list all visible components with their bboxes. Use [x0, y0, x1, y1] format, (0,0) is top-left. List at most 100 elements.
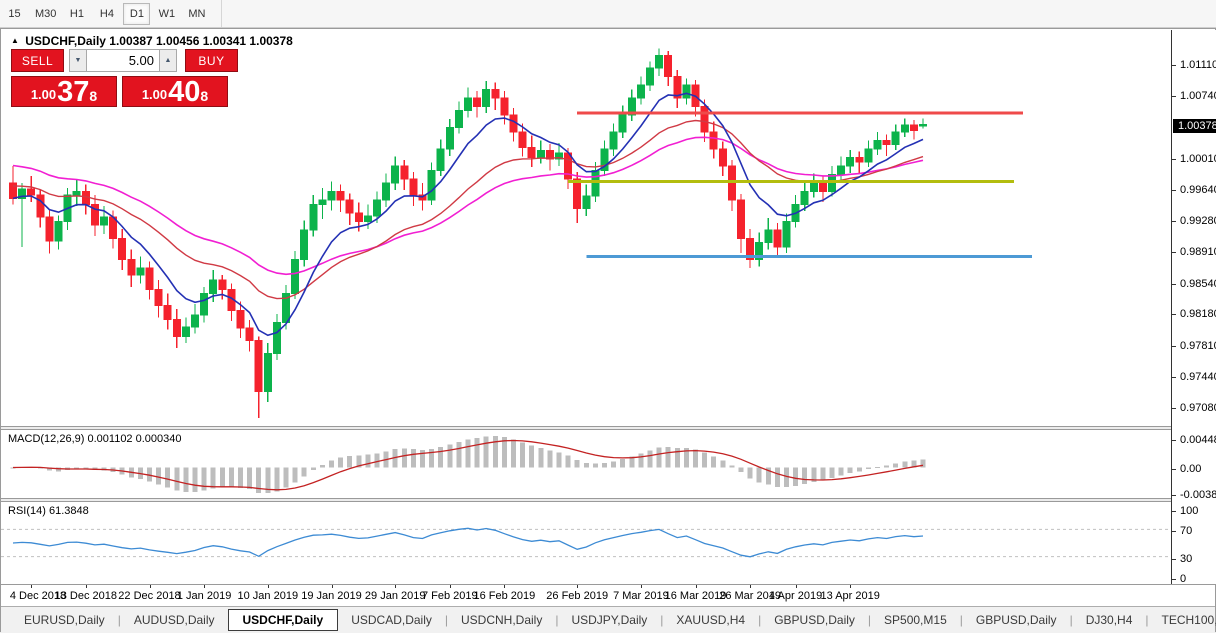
toolbar-separator: [221, 0, 222, 27]
date-axis-label: 1 Jan 2019: [169, 590, 239, 602]
axis-tick: [1172, 252, 1176, 253]
date-axis-label: 13 Apr 2019: [815, 590, 885, 602]
date-tick: [504, 585, 505, 588]
axis-tick: [1172, 314, 1176, 315]
axis-tick: [1172, 190, 1176, 191]
axis-tick: [1172, 408, 1176, 409]
date-axis: 4 Dec 201813 Dec 201822 Dec 20181 Jan 20…: [1, 584, 1215, 606]
ask-prefix: 1.00: [142, 85, 167, 105]
rsi-pane-svg[interactable]: [1, 502, 1171, 584]
collapse-one-click-icon[interactable]: ▲: [11, 36, 19, 45]
timeframe-button-mn[interactable]: MN: [183, 3, 210, 25]
axis-tick: [1172, 469, 1176, 470]
date-tick: [204, 585, 205, 588]
volume-input[interactable]: [87, 49, 159, 72]
one-click-trading-widget: SELL ▼ ▲ BUY 1.00 37 8 1.00 40 8: [11, 49, 238, 107]
price-axis: 1.011101.007401.000100.996400.992800.989…: [1171, 30, 1216, 584]
price-axis-label: 0.99280: [1180, 215, 1216, 227]
date-tick: [577, 585, 578, 588]
price-axis-label: 0.97810: [1180, 340, 1216, 352]
price-axis-label: 0.98180: [1180, 308, 1216, 320]
date-axis-label: 10 Jan 2019: [233, 590, 303, 602]
chart-tab-usdjpy-daily[interactable]: USDJPY,Daily: [558, 610, 660, 630]
date-tick: [750, 585, 751, 588]
chart-tab-sp500-m15[interactable]: SP500,M15: [871, 610, 960, 630]
date-tick: [31, 585, 32, 588]
price-axis-label: 0.97080: [1180, 402, 1216, 414]
rsi-line: [13, 528, 923, 557]
chart-symbol: USDCHF,Daily: [25, 34, 106, 48]
axis-tick: [1172, 284, 1176, 285]
rsi-label: RSI(14) 61.3848: [8, 505, 89, 517]
bid-prefix: 1.00: [31, 85, 56, 105]
chart-tab-usdcad-daily[interactable]: USDCAD,Daily: [338, 610, 445, 630]
chart-tab-gbpusd-daily[interactable]: GBPUSD,Daily: [963, 610, 1070, 630]
chart-tab-xauusd-h4[interactable]: XAUUSD,H4: [663, 610, 758, 630]
date-tick: [332, 585, 333, 588]
timeframe-button-h1[interactable]: H1: [63, 3, 90, 25]
axis-tick: [1172, 65, 1176, 66]
chart-tab-bar: EURUSD,Daily|AUDUSD,DailyUSDCHF,DailyUSD…: [1, 606, 1215, 633]
chart-tab-tech100-h1[interactable]: TECH100,H1: [1149, 610, 1216, 630]
date-axis-label: 16 Feb 2019: [469, 590, 539, 602]
axis-tick: [1172, 221, 1176, 222]
date-axis-label: 19 Jan 2019: [297, 590, 367, 602]
rsi-axis-label: 0: [1180, 573, 1186, 585]
volume-increase-button[interactable]: ▲: [159, 49, 177, 72]
price-axis-label: 1.00740: [1180, 90, 1216, 102]
chart-tab-dj30-h4[interactable]: DJ30,H4: [1073, 610, 1146, 630]
date-axis-label: 26 Feb 2019: [542, 590, 612, 602]
chart-title: ▲ USDCHF,Daily 1.00387 1.00456 1.00341 1…: [11, 34, 293, 48]
ask-pipette-digit: 8: [200, 77, 208, 115]
axis-tick: [1172, 531, 1176, 532]
timeframe-button-w1[interactable]: W1: [153, 3, 180, 25]
chart-ohlc-values: 1.00387 1.00456 1.00341 1.00378: [109, 34, 293, 48]
chart-tab-audusd-daily[interactable]: AUDUSD,Daily: [121, 610, 228, 630]
buy-button[interactable]: BUY: [185, 49, 238, 72]
bid-pipette-digit: 8: [89, 77, 97, 115]
axis-tick: [1172, 559, 1176, 560]
chart-window: ▲ USDCHF,Daily 1.00387 1.00456 1.00341 1…: [0, 28, 1216, 632]
macd-label: MACD(12,26,9) 0.001102 0.000340: [8, 433, 181, 445]
macd-axis-label: -0.003883: [1180, 489, 1216, 501]
axis-tick: [1172, 159, 1176, 160]
axis-tick: [1172, 377, 1176, 378]
sell-price-panel[interactable]: 1.00 37 8: [11, 76, 117, 107]
chart-tab-usdchf-daily[interactable]: USDCHF,Daily: [228, 609, 339, 631]
rsi-axis-label: 100: [1180, 505, 1198, 517]
date-axis-label: 13 Dec 2018: [51, 590, 121, 602]
rsi-axis-label: 30: [1180, 553, 1192, 565]
buy-price-panel[interactable]: 1.00 40 8: [122, 76, 228, 107]
timeframe-button-15[interactable]: 15: [1, 3, 28, 25]
timeframe-button-d1[interactable]: D1: [123, 3, 150, 25]
timeframe-button-h4[interactable]: H4: [93, 3, 120, 25]
price-axis-label: 1.01110: [1180, 59, 1216, 71]
chart-tab-gbpusd-daily[interactable]: GBPUSD,Daily: [761, 610, 868, 630]
macd-axis-label: 0.00: [1180, 463, 1201, 475]
axis-tick: [1172, 440, 1176, 441]
axis-tick: [1172, 346, 1176, 347]
macd-axis-label: 0.004487: [1180, 434, 1216, 446]
price-axis-label: 0.99640: [1180, 184, 1216, 196]
timeframe-button-m30[interactable]: M30: [31, 3, 60, 25]
date-tick: [450, 585, 451, 588]
volume-dropdown-button[interactable]: ▼: [69, 49, 87, 72]
sell-button[interactable]: SELL: [11, 49, 64, 72]
date-tick: [268, 585, 269, 588]
current-price-tag: 1.00378: [1173, 119, 1216, 133]
rsi-axis-label: 70: [1180, 525, 1192, 537]
chevron-down-icon: ▼: [75, 57, 82, 64]
chart-tab-usdcnh-daily[interactable]: USDCNH,Daily: [448, 610, 555, 630]
chart-tab-eurusd-daily[interactable]: EURUSD,Daily: [11, 610, 118, 630]
ask-big-digits: 40: [168, 79, 200, 105]
price-axis-label: 1.00010: [1180, 153, 1216, 165]
date-tick: [696, 585, 697, 588]
axis-tick: [1172, 511, 1176, 512]
date-tick: [86, 585, 87, 588]
axis-tick: [1172, 495, 1176, 496]
axis-tick: [1172, 96, 1176, 97]
date-tick: [150, 585, 151, 588]
date-tick: [850, 585, 851, 588]
price-axis-label: 0.98540: [1180, 278, 1216, 290]
chevron-up-icon: ▲: [165, 57, 172, 64]
